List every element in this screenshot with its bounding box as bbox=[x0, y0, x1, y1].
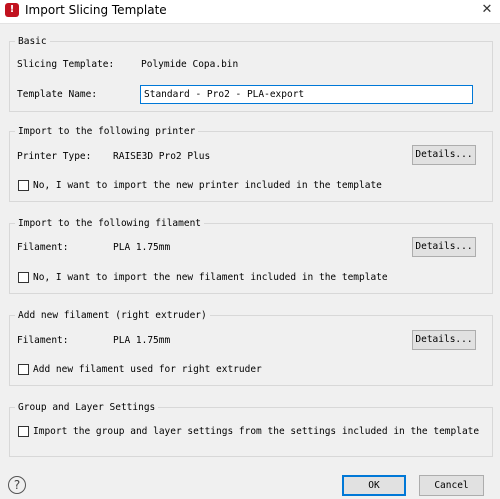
import-group-layer-checkbox[interactable] bbox=[18, 426, 29, 437]
import-new-filament-checkbox[interactable] bbox=[18, 272, 29, 283]
printer-details-button[interactable]: Details... bbox=[412, 145, 476, 165]
help-icon[interactable]: ? bbox=[8, 476, 26, 494]
import-new-printer-checkbox[interactable] bbox=[18, 180, 29, 191]
slicing-template-value: Polymide Copa.bin bbox=[141, 59, 239, 70]
ok-button[interactable]: OK bbox=[342, 475, 406, 496]
add-right-filament-label[interactable]: Add new filament used for right extruder bbox=[33, 363, 262, 376]
dialog-body: Basic Slicing Template: Polymide Copa.bi… bbox=[0, 23, 500, 499]
import-new-filament-label[interactable]: No, I want to import the new filament in… bbox=[33, 271, 388, 284]
filament-label: Filament: bbox=[17, 242, 69, 253]
cancel-button[interactable]: Cancel bbox=[419, 475, 484, 496]
filament-group: Import to the following filament Filamen… bbox=[9, 217, 493, 294]
basic-legend: Basic bbox=[15, 35, 50, 48]
filament-details-button[interactable]: Details... bbox=[412, 237, 476, 257]
filament-legend: Import to the following filament bbox=[15, 217, 205, 230]
template-name-label: Template Name: bbox=[17, 89, 98, 100]
printer-legend: Import to the following printer bbox=[15, 125, 199, 138]
right-filament-value: PLA 1.75mm bbox=[113, 335, 171, 346]
slicing-template-label: Slicing Template: bbox=[17, 59, 115, 70]
basic-group: Basic Slicing Template: Polymide Copa.bi… bbox=[9, 35, 493, 112]
title-bar: ! Import Slicing Template ✕ bbox=[0, 0, 500, 22]
printer-type-value: RAISE3D Pro2 Plus bbox=[113, 151, 211, 162]
right-extruder-group: Add new filament (right extruder) Filame… bbox=[9, 309, 493, 386]
printer-type-label: Printer Type: bbox=[17, 151, 92, 162]
group-layer-group: Group and Layer Settings Import the grou… bbox=[9, 401, 493, 457]
right-filament-label: Filament: bbox=[17, 335, 69, 346]
template-name-input[interactable]: Standard - Pro2 - PLA-export bbox=[140, 85, 473, 104]
close-icon[interactable]: ✕ bbox=[474, 0, 500, 22]
group-layer-legend: Group and Layer Settings bbox=[15, 401, 159, 414]
import-group-layer-label[interactable]: Import the group and layer settings from… bbox=[33, 425, 479, 438]
printer-group: Import to the following printer Printer … bbox=[9, 125, 493, 202]
window-title: Import Slicing Template bbox=[25, 3, 167, 17]
add-right-filament-checkbox[interactable] bbox=[18, 364, 29, 375]
raise3d-logo-icon: ! bbox=[5, 3, 19, 17]
filament-value: PLA 1.75mm bbox=[113, 242, 171, 253]
right-extruder-legend: Add new filament (right extruder) bbox=[15, 309, 210, 322]
right-filament-details-button[interactable]: Details... bbox=[412, 330, 476, 350]
import-new-printer-label[interactable]: No, I want to import the new printer inc… bbox=[33, 179, 382, 192]
